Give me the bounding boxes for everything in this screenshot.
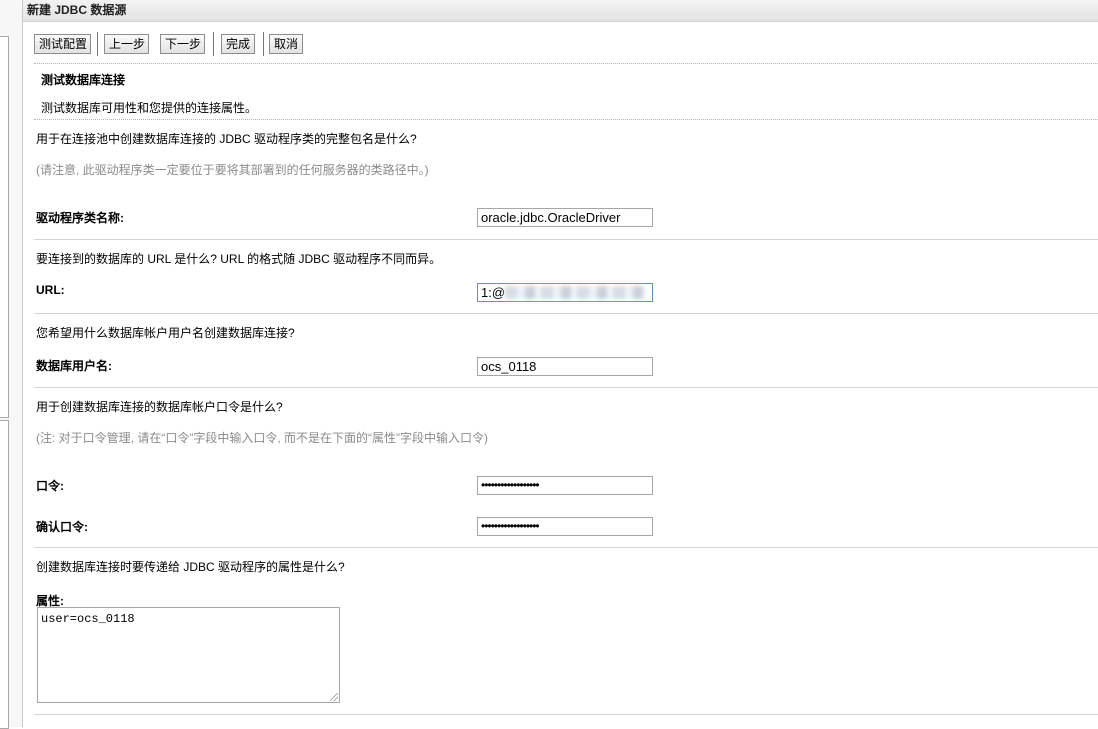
toolbar-separator — [213, 32, 214, 56]
jdbc-datasource-wizard: 新建 JDBC 数据源 测试配置 上一步 下一步 完成 取消 测试数据库连接 测… — [23, 0, 1098, 727]
cancel-button[interactable]: 取消 — [269, 34, 303, 54]
divider — [34, 239, 1098, 240]
window-title: 新建 JDBC 数据源 — [23, 0, 1098, 22]
username-question: 您希望用什么数据库帐户用户名创建数据库连接? — [36, 326, 295, 340]
resize-grip-icon[interactable] — [330, 693, 338, 701]
back-button[interactable]: 上一步 — [104, 34, 149, 54]
left-navigation-strip — [0, 0, 23, 729]
toolbar-separator — [263, 32, 264, 56]
divider — [34, 119, 1098, 120]
collapsed-panel-edge — [0, 36, 9, 418]
driver-note: (请注意, 此驱动程序类一定要位于要将其部署到的任何服务器的类路径中。) — [36, 163, 429, 177]
confirm-password-label: 确认口令: — [36, 520, 88, 534]
url-label: URL: — [36, 283, 65, 297]
divider — [34, 547, 1098, 548]
driver-class-input[interactable]: oracle.jdbc.OracleDriver — [477, 208, 653, 227]
driver-class-label: 驱动程序类名称: — [36, 211, 124, 225]
properties-question: 创建数据库连接时要传递给 JDBC 驱动程序的属性是什么? — [36, 560, 345, 574]
username-label: 数据库用户名: — [36, 359, 112, 373]
password-label: 口令: — [36, 479, 64, 493]
password-note: (注: 对于口令管理, 请在“口令”字段中输入口令, 而不是在下面的“属性”字段… — [36, 431, 488, 445]
section-heading: 测试数据库连接 — [41, 73, 126, 87]
url-input-visible-text: 1:@ — [481, 285, 506, 300]
divider — [34, 714, 1098, 715]
properties-textarea[interactable]: user=ocs_0118 — [37, 607, 340, 703]
driver-question: 用于在连接池中创建数据库连接的 JDBC 驱动程序类的完整包名是什么? — [36, 132, 417, 146]
test-config-button[interactable]: 测试配置 — [34, 34, 91, 54]
divider — [34, 313, 1098, 314]
url-question: 要连接到的数据库的 URL 是什么? URL 的格式随 JDBC 驱动程序不同而… — [36, 252, 442, 266]
divider — [34, 387, 1098, 388]
password-input[interactable]: •••••••••••••••••• — [477, 476, 653, 495]
collapsed-panel-edge — [0, 420, 9, 729]
section-description: 测试数据库可用性和您提供的连接属性。 — [41, 101, 258, 115]
confirm-password-input[interactable]: •••••••••••••••••• — [477, 517, 653, 536]
toolbar-separator — [97, 32, 98, 56]
finish-button[interactable]: 完成 — [221, 34, 255, 54]
next-button[interactable]: 下一步 — [160, 34, 205, 54]
redacted-url-overlay — [505, 286, 645, 299]
username-input[interactable]: ocs_0118 — [477, 357, 653, 376]
properties-value: user=ocs_0118 — [41, 612, 135, 626]
password-question: 用于创建数据库连接的数据库帐户口令是什么? — [36, 400, 283, 414]
divider — [34, 63, 1098, 64]
url-input[interactable]: 1:@ — [477, 283, 653, 302]
